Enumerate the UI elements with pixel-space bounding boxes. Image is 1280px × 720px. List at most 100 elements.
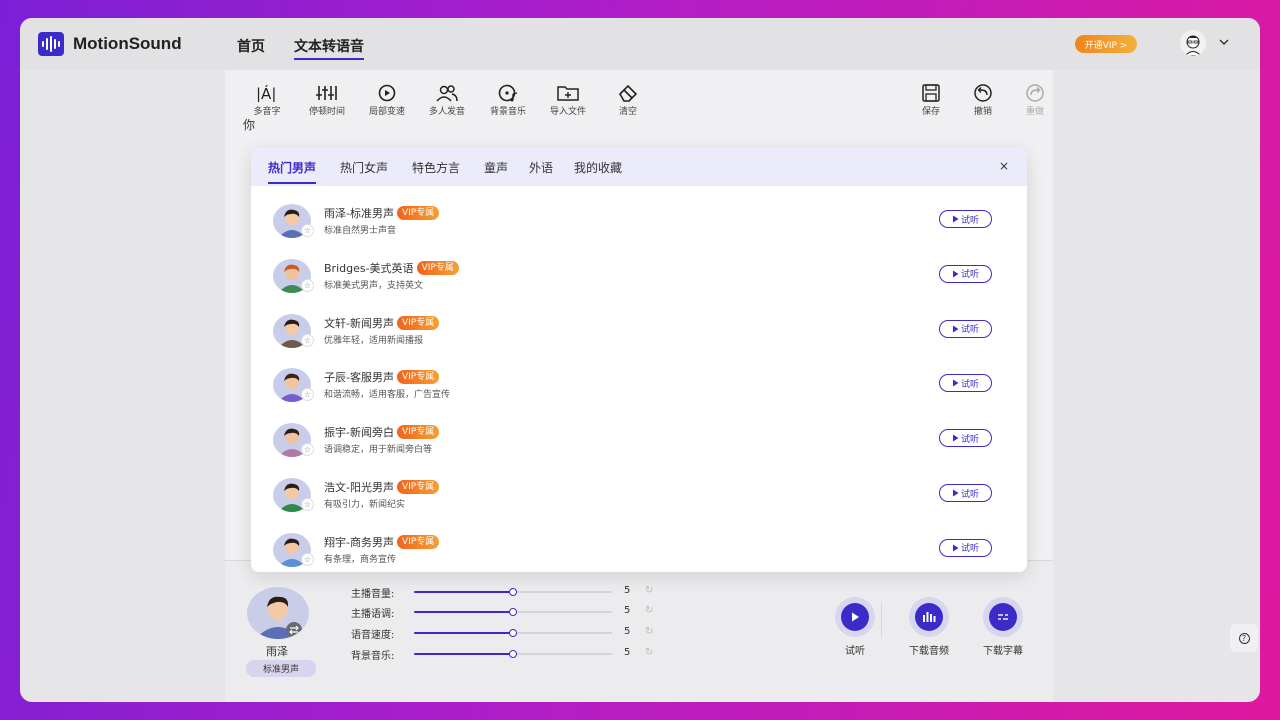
open-vip-button[interactable]: 开通VIP > — [1075, 35, 1137, 53]
svg-text:|Á|: |Á| — [256, 84, 276, 102]
vip-badge: VIP专属 — [396, 425, 440, 440]
play-icon — [952, 325, 959, 333]
star-icon[interactable]: ☆ — [301, 443, 314, 457]
star-icon[interactable]: ☆ — [301, 388, 314, 402]
vip-badge: VIP专属 — [396, 206, 440, 220]
voice-name: 浩文-阳光男声 VIP专属 — [324, 479, 440, 495]
star-icon[interactable]: ☆ — [301, 224, 314, 237]
voice-desc: 和谐流畅，适用客服，广告宣传 — [324, 390, 451, 401]
polyphone-icon: |Á| — [256, 84, 276, 102]
voice-item[interactable]: ☆ 浩文-阳光男声 VIP专属有吸引力，新闻纪实 试听 — [273, 478, 1003, 518]
voice-item[interactable]: ☆ 翔宇-商务男声 VIP专属 有条理，商务宣传 试听 — [273, 532, 1003, 572]
nav-home[interactable]: 首页 — [237, 36, 265, 56]
voice-name: 雨泽-标准男声 VIP专属 — [324, 205, 440, 221]
play-icon — [952, 489, 959, 497]
volume-slider[interactable] — [414, 588, 612, 596]
tool-speed[interactable]: 局部变速 — [362, 84, 412, 117]
tab-hot-male[interactable]: 热门男声 — [268, 159, 317, 184]
vip-badge: VIP专属 — [416, 260, 459, 275]
eraser-icon — [619, 84, 638, 102]
download-subtitle-button[interactable]: 下载字幕 — [983, 597, 1023, 657]
help-button[interactable]: ? — [1230, 624, 1258, 652]
pitch-slider[interactable] — [414, 608, 612, 616]
play-icon — [841, 603, 869, 631]
divider — [881, 603, 882, 637]
voice-category-tabs: 热门男声 热门女声 特色方言 童声 外语 我的收藏 × — [251, 148, 1027, 186]
redo-button[interactable]: 重做 — [1010, 84, 1060, 117]
user-avatar[interactable] — [1180, 30, 1206, 56]
voice-name: 子辰-客服男声 VIP专属 — [324, 369, 440, 385]
voice-listen-button[interactable]: 试听 — [939, 210, 992, 228]
tool-polyphone[interactable]: |Á| 多音字 — [242, 84, 292, 117]
voice-item[interactable]: ☆ 雨泽-标准男声 VIP专属 标准自然男士声音 试听 — [273, 204, 1003, 244]
play-icon — [952, 215, 959, 223]
voice-desc: 有条理，商务宣传 — [324, 554, 397, 565]
download-audio-button[interactable]: 下载音频 — [909, 597, 949, 657]
tab-dialect[interactable]: 特色方言 — [412, 159, 460, 176]
speaker-name: 雨泽 — [266, 645, 288, 658]
voice-item[interactable]: ☆ 振宇-新闻旁白 VIP专属语调稳定，用于新闻旁白等 试听 — [273, 423, 1003, 463]
tab-favorites[interactable]: 我的收藏 — [574, 159, 622, 176]
voice-name: 振宇-新闻旁白 VIP专属 — [324, 424, 440, 440]
music-icon — [498, 84, 518, 102]
voice-name: 文轩-新闻男声 VIP专属 — [324, 315, 440, 331]
subtitle-icon — [989, 603, 1017, 631]
import-folder-icon — [557, 86, 579, 101]
voice-desc: 标准美式男声，支持英文 — [324, 280, 424, 291]
voice-listen-button[interactable]: 试听 — [939, 484, 992, 502]
voice-listen-button[interactable]: 试听 — [939, 429, 992, 448]
voice-desc: 语调稳定，用于新闻旁白等 — [324, 445, 433, 456]
vip-badge: VIP专属 — [396, 534, 440, 549]
save-button[interactable]: 保存 — [906, 84, 956, 117]
tab-child[interactable]: 童声 — [484, 159, 508, 176]
play-icon — [952, 544, 959, 552]
speaker-tag: 标准男声 — [246, 660, 316, 677]
vip-badge: VIP专属 — [396, 370, 440, 385]
star-icon[interactable]: ☆ — [301, 552, 314, 566]
speed-slider[interactable] — [414, 629, 612, 637]
toolbar: |Á| 多音字 停顿时间 局部变速 多人发音 背景音乐 导入文件 清空 保存 撤… — [225, 70, 1053, 128]
speed-slider-row: 语音速度: 5 ↻ — [351, 626, 654, 641]
star-icon[interactable]: ☆ — [301, 498, 314, 511]
bgm-slider[interactable] — [414, 650, 612, 658]
tool-pause-time[interactable]: 停顿时间 — [302, 84, 352, 117]
star-icon[interactable]: ☆ — [301, 333, 314, 347]
redo-icon — [1026, 84, 1044, 102]
pitch-slider-row: 主播语调: 5 ↻ — [351, 605, 654, 620]
chevron-down-icon[interactable] — [1218, 36, 1230, 48]
tool-multi-speaker[interactable]: 多人发音 — [422, 84, 472, 117]
vip-badge: VIP专属 — [396, 315, 440, 330]
vip-badge: VIP专属 — [396, 480, 440, 494]
voice-listen-button[interactable]: 试听 — [939, 374, 992, 393]
voice-item[interactable]: ☆ Bridges-美式英语 VIP专属标准美式男声，支持英文 试听 — [273, 258, 1003, 299]
logo-icon — [38, 32, 64, 56]
tool-clear[interactable]: 清空 — [603, 84, 653, 117]
reset-icon[interactable]: ↻ — [645, 626, 653, 637]
speed-icon — [378, 84, 396, 102]
listen-button[interactable]: 试听 — [835, 597, 875, 657]
star-icon[interactable]: ☆ — [301, 278, 314, 292]
reset-icon[interactable]: ↻ — [645, 647, 653, 658]
nav-tts[interactable]: 文本转语音 — [294, 36, 364, 60]
multi-speaker-icon — [436, 85, 458, 102]
reset-icon[interactable]: ↻ — [645, 585, 653, 596]
tab-hot-female[interactable]: 热门女声 — [340, 159, 388, 176]
help-icon: ? — [1238, 632, 1250, 644]
play-icon — [952, 434, 959, 442]
voice-listen-button[interactable]: 试听 — [939, 319, 992, 338]
tab-foreign[interactable]: 外语 — [529, 159, 553, 176]
voice-name: Bridges-美式英语 VIP专属 — [324, 260, 459, 276]
undo-button[interactable]: 撤销 — [958, 84, 1008, 117]
editor-text[interactable]: 你 — [243, 116, 255, 133]
voice-listen-button[interactable]: 试听 — [939, 538, 992, 557]
speaker-avatar[interactable] — [247, 587, 309, 639]
voice-item[interactable]: ☆ 子辰-客服男声 VIP专属和谐流畅，适用客服，广告宣传 试听 — [273, 368, 1003, 408]
close-icon[interactable]: × — [999, 159, 1009, 173]
tool-background-music[interactable]: 背景音乐 — [483, 84, 533, 117]
voice-item[interactable]: ☆ 文轩-新闻男声 VIP专属 优雅年轻，适用新闻播报 试听 — [273, 313, 1003, 354]
reset-icon[interactable]: ↻ — [645, 605, 653, 616]
tool-import-file[interactable]: 导入文件 — [543, 84, 593, 117]
pause-time-icon — [316, 86, 337, 100]
voice-listen-button[interactable]: 试听 — [939, 264, 992, 283]
voice-desc: 有吸引力，新闻纪实 — [324, 500, 406, 510]
